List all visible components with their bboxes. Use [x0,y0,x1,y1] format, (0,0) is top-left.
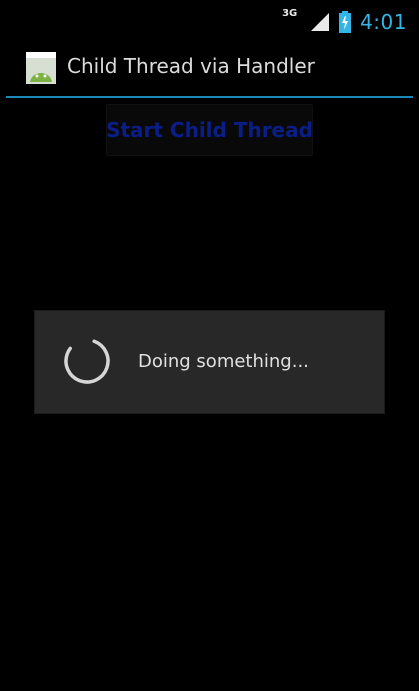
dialog-message: Doing something... [138,351,309,372]
battery-icon [338,11,352,33]
page-title: Child Thread via Handler [67,54,315,78]
status-indicators: 3G 4:01 [282,8,407,36]
network-type: 3G [282,8,298,19]
action-bar: Child Thread via Handler [0,42,419,96]
signal-icon [310,12,330,32]
start-child-thread-button[interactable]: Start Child Thread [106,104,313,156]
status-bar: 3G 4:01 [0,0,419,42]
loading-spinner-icon [62,336,112,386]
action-bar-divider [6,96,413,98]
start-button-label: Start Child Thread [106,118,313,142]
app-icon [26,52,56,84]
clock: 4:01 [360,10,407,34]
